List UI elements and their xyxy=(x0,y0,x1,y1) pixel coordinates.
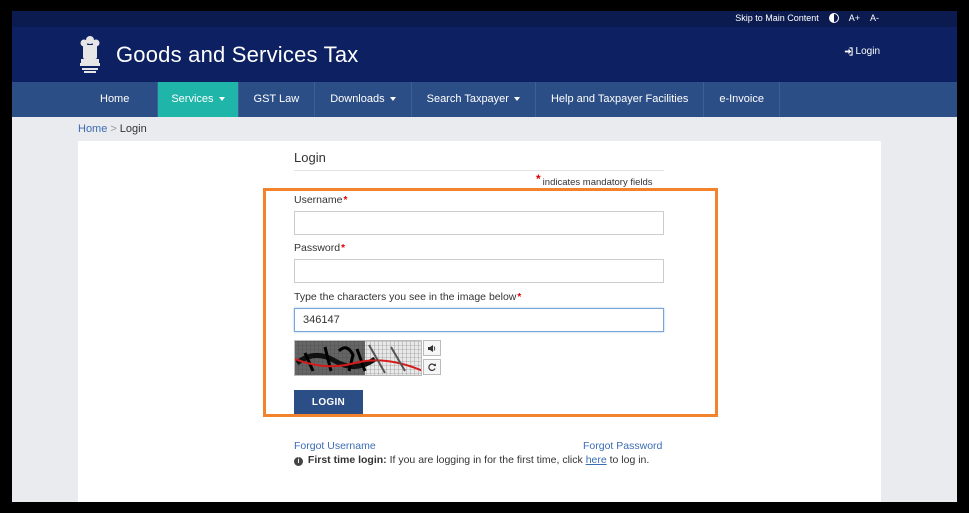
captcha-refresh-button[interactable] xyxy=(423,359,441,375)
breadcrumb: Home > Login xyxy=(78,123,147,135)
captcha-label: Type the characters you see in the image… xyxy=(294,291,522,303)
forgot-password-link[interactable]: Forgot Password xyxy=(583,440,662,452)
chevron-down-icon xyxy=(513,97,520,102)
login-button[interactable]: LOGIN xyxy=(294,390,363,414)
username-input[interactable] xyxy=(294,211,664,235)
required-marker: * xyxy=(343,195,348,206)
mandatory-note: * indicates mandatory fields xyxy=(536,172,653,188)
required-marker: * xyxy=(536,172,541,186)
username-label: Username* xyxy=(294,194,348,206)
nav-gst-law[interactable]: GST Law xyxy=(239,82,316,117)
header-login-link[interactable]: Login xyxy=(844,46,880,57)
captcha-image xyxy=(294,340,422,376)
heading-divider xyxy=(294,170,664,171)
required-marker: * xyxy=(341,243,346,254)
refresh-icon xyxy=(428,363,436,371)
info-circle-icon: i xyxy=(294,457,303,466)
browser-frame: Skip to Main Content A+ A- Goods and Ser… xyxy=(12,11,957,502)
nav-search-taxpayer[interactable]: Search Taxpayer xyxy=(412,82,536,117)
password-input[interactable] xyxy=(294,259,664,283)
required-marker: * xyxy=(517,292,522,303)
nav-help-taxpayer-facilities[interactable]: Help and Taxpayer Facilities xyxy=(536,82,705,117)
captcha-input[interactable] xyxy=(294,308,664,332)
nav-home[interactable]: Home xyxy=(72,82,159,117)
captcha-audio-button[interactable] xyxy=(423,340,441,356)
font-decrease-button[interactable]: A- xyxy=(870,13,879,23)
header-login-label: Login xyxy=(855,46,880,57)
login-panel: Login * indicates mandatory fields Userna… xyxy=(78,141,881,502)
chevron-down-icon xyxy=(218,97,225,102)
national-emblem-icon xyxy=(80,36,100,73)
site-title[interactable]: Goods and Services Tax xyxy=(116,42,358,68)
sign-in-icon xyxy=(844,47,853,56)
speaker-icon xyxy=(428,344,436,352)
nav-e-invoice[interactable]: e-Invoice xyxy=(704,82,780,117)
main-nav: Home Services GST Law Downloads Search T… xyxy=(12,82,957,117)
first-time-login-label: First time login: xyxy=(307,454,387,466)
chevron-down-icon xyxy=(389,97,396,102)
font-increase-button[interactable]: A+ xyxy=(849,13,860,23)
captcha-noise-graphic xyxy=(295,341,421,375)
skip-to-content-link[interactable]: Skip to Main Content xyxy=(735,13,819,23)
utility-bar: Skip to Main Content A+ A- xyxy=(12,11,957,27)
first-time-here-link[interactable]: here xyxy=(586,454,607,466)
breadcrumb-home-link[interactable]: Home xyxy=(78,123,107,135)
nav-downloads[interactable]: Downloads xyxy=(315,82,412,117)
site-header: Goods and Services Tax Login xyxy=(12,27,957,82)
page-title: Login xyxy=(294,150,326,165)
breadcrumb-separator: > xyxy=(110,123,117,135)
nav-services[interactable]: Services xyxy=(158,82,239,117)
contrast-icon[interactable] xyxy=(828,13,839,23)
breadcrumb-current: Login xyxy=(119,123,147,135)
forgot-username-link[interactable]: Forgot Username xyxy=(294,440,376,452)
password-label: Password* xyxy=(294,242,346,254)
first-time-login-note: i First time login: If you are logging i… xyxy=(294,453,664,467)
